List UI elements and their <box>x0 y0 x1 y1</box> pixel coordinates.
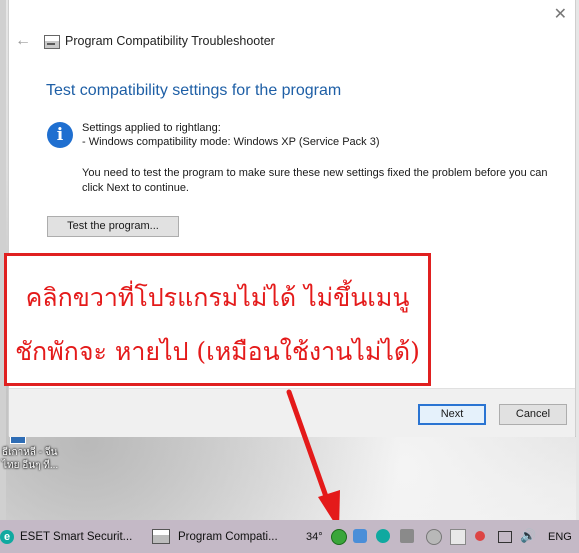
display-tray-icon[interactable] <box>400 529 414 543</box>
eset-tray-icon[interactable] <box>376 529 390 543</box>
temperature-readout[interactable]: 34° <box>306 531 323 543</box>
annotation-box: คลิกขวาที่โปรแกรมไม่ได้ ไม่ขึ้นเมนู ชักพ… <box>4 253 431 386</box>
test-instruction: You need to test the program to make sur… <box>82 167 548 194</box>
taskbar-eset-label: ESET Smart Securit... <box>20 530 133 543</box>
desktop-shortcut-label[interactable]: ธีเกาหลี - จีน ไทย อีนๆ ที... <box>2 446 68 472</box>
taskbar-troubleshooter[interactable]: Program Compati... <box>152 520 278 553</box>
window-footer <box>9 388 575 437</box>
settings-info: Settings applied to rightlang: - Windows… <box>82 121 380 149</box>
troubleshooter-taskbar-icon <box>152 529 170 544</box>
back-arrow-icon[interactable]: ← <box>15 32 31 50</box>
next-button[interactable]: Next <box>418 404 486 425</box>
language-indicator[interactable]: ENG <box>548 531 572 543</box>
info-icon: i <box>47 122 73 148</box>
usb-tray-icon[interactable] <box>450 529 466 545</box>
taskbar-eset[interactable]: e ESET Smart Securit... <box>0 520 132 553</box>
clock-app-tray-icon[interactable] <box>426 529 442 545</box>
eset-icon: e <box>0 529 14 544</box>
close-icon[interactable]: ✕ <box>554 4 567 24</box>
annotation-line-1: คลิกขวาที่โปรแกรมไม่ได้ ไม่ขึ้นเมนู <box>25 283 410 312</box>
volume-icon[interactable]: 🔊 <box>520 528 536 543</box>
troubleshooter-icon <box>44 35 60 49</box>
test-program-button[interactable]: Test the program... <box>47 216 179 237</box>
window-title: Program Compatibility Troubleshooter <box>65 34 275 48</box>
network-app-tray-icon[interactable] <box>353 529 367 543</box>
alert-tray-icon[interactable] <box>475 531 485 541</box>
annotation-line-2: ชักพักจะ หายไป (เหมือนใช้งานไม่ได้) <box>15 337 420 366</box>
compatibility-mode-line: - Windows compatibility mode: Windows XP… <box>82 136 380 148</box>
antivirus-tray-icon[interactable] <box>331 529 347 545</box>
cancel-button[interactable]: Cancel <box>499 404 567 425</box>
taskbar-troubleshooter-label: Program Compati... <box>178 530 278 543</box>
settings-applied-line: Settings applied to rightlang: <box>82 122 221 134</box>
taskbar: e ESET Smart Securit... Program Compati.… <box>0 520 579 553</box>
page-heading: Test compatibility settings for the prog… <box>46 82 342 99</box>
network-icon[interactable] <box>498 531 512 543</box>
